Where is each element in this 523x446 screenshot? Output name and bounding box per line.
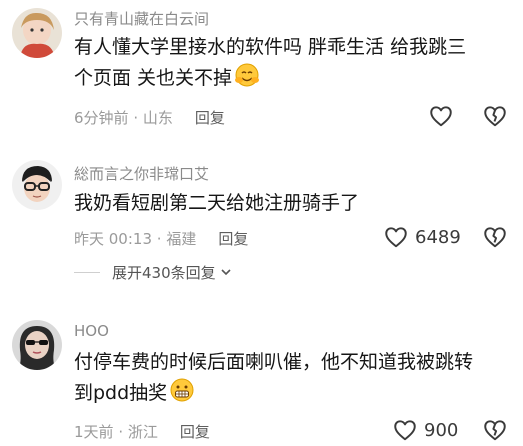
comment-text: 有人懂大学里接水的软件吗 胖乖生活 给我跳三个页面 关也关不掉 (74, 32, 474, 97)
chevron-down-icon (220, 264, 232, 282)
comment-text: 我奶看短剧第二天给她注册骑手了 (74, 192, 360, 214)
dislike-actions (482, 417, 508, 443)
broken-heart-icon[interactable] (482, 103, 508, 129)
grimacing-face-emoji-icon (169, 377, 195, 412)
username[interactable]: HOO (74, 322, 109, 340)
avatar[interactable] (12, 8, 62, 58)
broken-heart-icon[interactable] (482, 224, 508, 250)
heart-icon[interactable] (428, 103, 454, 129)
heart-icon[interactable] (383, 224, 409, 250)
heart-icon[interactable] (392, 417, 418, 443)
comment-location: 山东 (142, 109, 173, 127)
avatar[interactable] (12, 320, 62, 370)
reply-button[interactable]: 回复 (180, 423, 210, 441)
comment-text: 付停车费的时候后面喇叭催，他不知道我被跳转到pdd抽奖 (74, 347, 474, 412)
dislike-actions (482, 224, 508, 250)
username[interactable]: 総而言之你非瑺口艾 (74, 163, 209, 184)
like-count: 6489 (415, 226, 461, 248)
comment-meta: 6分钟前 · 山东 回复 (74, 107, 225, 128)
divider (74, 272, 100, 273)
comment-location: 福建 (166, 230, 197, 248)
comment-meta: 昨天 00:13 · 福建 回复 (74, 228, 248, 249)
expand-replies-button[interactable]: 展开430条回复 (74, 262, 232, 283)
username[interactable]: 只有青山藏在白云间 (74, 8, 209, 29)
comment-text-content: 有人懂大学里接水的软件吗 胖乖生活 给我跳三个页面 关也关不掉 (74, 36, 467, 89)
comment-actions: 900 (392, 417, 458, 443)
comment-text-content: 付停车费的时候后面喇叭催，他不知道我被跳转到pdd抽奖 (74, 351, 474, 404)
avatar[interactable] (12, 160, 62, 210)
like-count: 900 (424, 419, 459, 441)
comment-time: 6分钟前 (74, 109, 129, 127)
expand-replies-label: 展开430条回复 (112, 264, 216, 282)
comment-time: 1天前 (74, 423, 114, 441)
reply-button[interactable]: 回复 (195, 109, 225, 127)
comment-time: 昨天 00:13 (74, 230, 152, 248)
comment-actions: 6489 (383, 224, 461, 250)
reply-button[interactable]: 回复 (218, 230, 248, 248)
dislike-actions (482, 103, 508, 129)
comment-location: 浙江 (127, 423, 158, 441)
broken-heart-icon[interactable] (482, 417, 508, 443)
hugging-face-emoji-icon (234, 62, 260, 97)
comment-meta: 1天前 · 浙江 回复 (74, 421, 210, 442)
meta-separator: · (128, 109, 143, 127)
meta-separator: · (152, 230, 167, 248)
meta-separator: · (113, 423, 128, 441)
comment-actions (428, 103, 454, 129)
